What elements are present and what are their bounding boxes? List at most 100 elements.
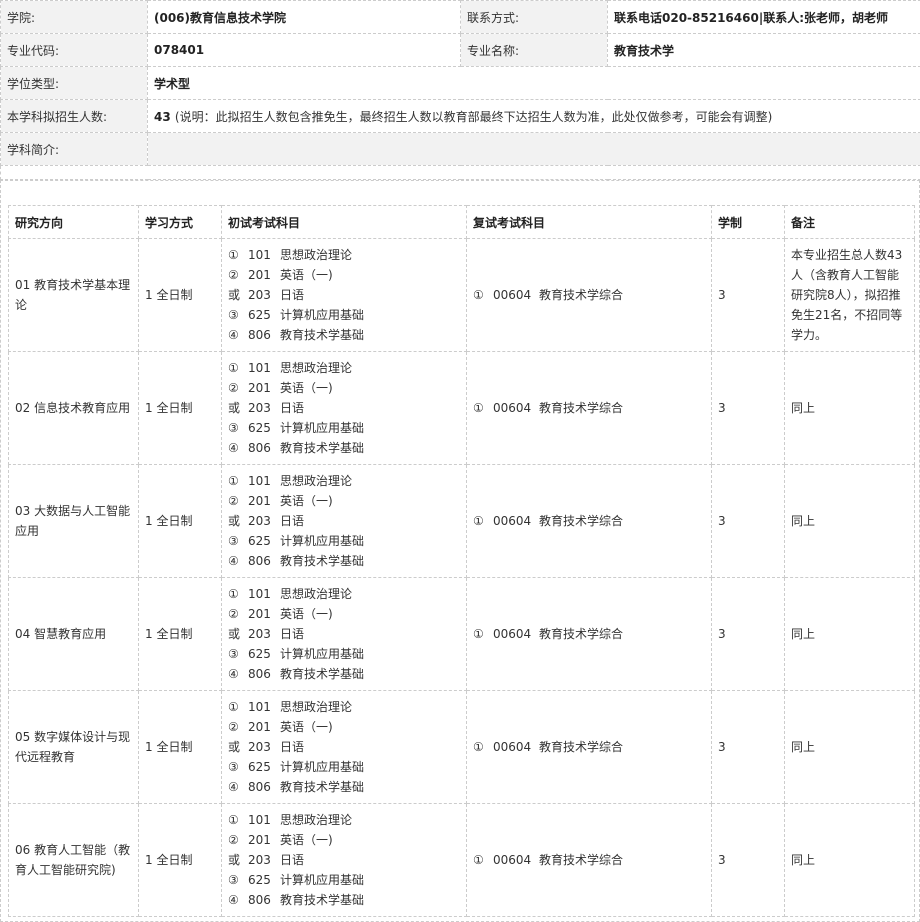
subject-code: 101 [248,813,271,827]
initial-subjects-cell: ① 101 思想政治理论 ② 201 英语（一) 或 203 日语 ③ 625 计算机应用基础 ④ 806… [221,238,467,352]
subject-mark: ④ [228,667,239,681]
subject-mark: ① [228,813,239,827]
subject-line: ③ 625 计算机应用基础 [228,757,460,777]
quota-note: (说明：此拟招生人数包含推免生，最终招生人数以教育部最终下达招生人数为准，此处仅… [174,109,773,124]
subject-name: 日语 [280,853,305,867]
subject-line: ③ 625 计算机应用基础 [228,531,460,551]
subject-code: 101 [248,248,271,262]
subject-code: 203 [248,627,271,641]
remark-cell: 同上 [784,464,915,578]
mode-cell: 1 全日制 [138,464,222,578]
subject-code: 625 [248,534,271,548]
quota-label: 本学科拟招生人数: [0,99,148,133]
remark-cell: 本专业招生总人数43人（含教育人工智能研究院8人），拟招推免生21名，不招同等学… [784,238,915,352]
retest-subject-cell: ① 00604 教育技术学综合 [466,464,712,578]
years-cell: 3 [711,690,785,804]
subject-code: 203 [248,288,271,302]
subject-name: 英语（一) [280,494,333,508]
intro-label: 学科简介: [0,132,148,166]
subject-code: 806 [248,667,271,681]
subject-mark: ① [228,700,239,714]
table-row: 06 教育人工智能（教育人工智能研究院) 1 全日制 ① 101 思想政治理论 ② 201 英… [8,803,915,917]
subject-line: ③ 625 计算机应用基础 [228,870,460,890]
subject-name: 计算机应用基础 [280,308,365,322]
initial-subjects-cell: ① 101 思想政治理论 ② 201 英语（一) 或 203 日语 ③ 625 计算机应用基础 ④ 806… [221,351,467,465]
intro-value [147,132,920,166]
subject-code: 625 [248,308,271,322]
retest-mark: ① [473,401,484,415]
retest-name: 教育技术学综合 [539,627,624,641]
subject-line: ④ 806 教育技术学基础 [228,551,460,571]
subject-mark: ③ [228,760,239,774]
subject-code: 201 [248,381,271,395]
subject-name: 教育技术学基础 [280,780,365,794]
subject-mark: ② [228,833,239,847]
quota-value: 43 [154,109,171,124]
directions-container: 研究方向 学习方式 初试考试科目 复试考试科目 学制 备注 01 教育技术学基本… [0,180,920,922]
subject-code: 806 [248,893,271,907]
header-years: 学制 [711,205,785,239]
subject-code: 201 [248,720,271,734]
subject-line: 或 203 日语 [228,285,460,305]
subject-name: 教育技术学基础 [280,441,365,455]
major-code-value: 078401 [147,33,461,67]
subject-mark: 或 [228,627,241,641]
retest-subject-cell: ① 00604 教育技术学综合 [466,577,712,691]
table-row: 03 大数据与人工智能应用 1 全日制 ① 101 思想政治理论 ② 201 英语（一) 或 20… [8,464,915,578]
contact-label: 联系方式: [460,0,608,34]
subject-line: ④ 806 教育技术学基础 [228,664,460,684]
subject-line: ② 201 英语（一) [228,830,460,850]
subject-name: 日语 [280,401,305,415]
mode-cell: 1 全日制 [138,351,222,465]
info-row-spacer [0,165,920,180]
table-row: 01 教育技术学基本理论 1 全日制 ① 101 思想政治理论 ② 201 英语（一) 或 203… [8,238,915,352]
subject-name: 英语（一) [280,607,333,621]
school-label: 学院: [0,0,148,34]
intro-content [0,165,920,180]
subject-code: 101 [248,474,271,488]
subject-code: 101 [248,700,271,714]
subject-mark: ② [228,607,239,621]
subject-line: ② 201 英语（一) [228,604,460,624]
mode-cell: 1 全日制 [138,238,222,352]
subject-mark: ② [228,268,239,282]
retest-subject-cell: ① 00604 教育技术学综合 [466,690,712,804]
subject-line: 或 203 日语 [228,850,460,870]
subject-name: 教育技术学基础 [280,893,365,907]
direction-cell: 03 大数据与人工智能应用 [8,464,139,578]
subject-mark: ③ [228,421,239,435]
years-cell: 3 [711,238,785,352]
remark-cell: 同上 [784,577,915,691]
subject-name: 思想政治理论 [280,248,353,262]
subject-code: 625 [248,760,271,774]
retest-mark: ① [473,740,484,754]
subject-name: 教育技术学基础 [280,554,365,568]
table-body: 01 教育技术学基本理论 1 全日制 ① 101 思想政治理论 ② 201 英语（一) 或 203… [8,238,915,917]
subject-code: 101 [248,361,271,375]
subject-line: ② 201 英语（一) [228,491,460,511]
info-row-school: 学院: (006)教育信息技术学院 联系方式: 联系电话020-85216460… [0,0,920,34]
info-row-quota: 本学科拟招生人数: 43 (说明：此拟招生人数包含推免生，最终招生人数以教育部最… [0,99,920,133]
subject-name: 计算机应用基础 [280,873,365,887]
subject-mark: 或 [228,740,241,754]
retest-mark: ① [473,288,484,302]
mode-cell: 1 全日制 [138,690,222,804]
subject-name: 思想政治理论 [280,361,353,375]
subject-name: 思想政治理论 [280,700,353,714]
subject-mark: ④ [228,893,239,907]
retest-mark: ① [473,853,484,867]
subject-code: 625 [248,421,271,435]
subject-mark: ③ [228,534,239,548]
subject-code: 203 [248,514,271,528]
subject-line: ① 101 思想政治理论 [228,471,460,491]
subject-code: 201 [248,607,271,621]
subject-code: 203 [248,853,271,867]
subject-name: 英语（一) [280,381,333,395]
retest-name: 教育技术学综合 [539,740,624,754]
subject-mark: ① [228,361,239,375]
info-row-major: 专业代码: 078401 专业名称: 教育技术学 [0,33,920,67]
subject-mark: ② [228,494,239,508]
subject-line: ① 101 思想政治理论 [228,584,460,604]
mode-cell: 1 全日制 [138,577,222,691]
header-remark: 备注 [784,205,915,239]
